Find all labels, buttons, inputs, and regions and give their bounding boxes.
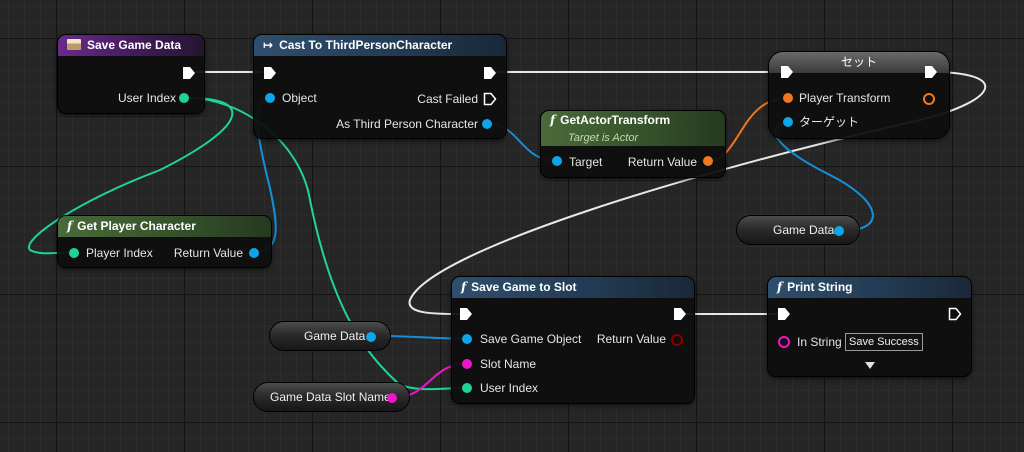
pin-label-return-value: Return Value (173, 246, 243, 260)
pin-label-player-index: Player Index (86, 246, 153, 260)
cast-arrow-icon: ↦ (263, 38, 274, 52)
node-header[interactable]: Save Game Data (58, 35, 204, 56)
exec-output-pin-icon[interactable] (673, 307, 687, 321)
pin-label-return-value: Return Value (596, 332, 666, 346)
object-output-pin[interactable] (249, 248, 259, 258)
exec-input-pin-icon[interactable] (263, 66, 277, 80)
function-icon: f (67, 219, 73, 233)
save-game-data-node[interactable]: Save Game Data User Index (58, 35, 204, 113)
pin-label-in-string: In String (797, 335, 842, 349)
get-actor-transform-node[interactable]: f GetActorTransform Target is Actor Target… (541, 111, 725, 177)
node-header[interactable]: ↦ Cast To ThirdPersonCharacter (254, 35, 506, 56)
object-input-pin[interactable] (265, 93, 275, 103)
blueprint-graph-canvas[interactable]: Save Game Data User Index ↦ Cast To Third… (0, 0, 1024, 452)
transform-output-pin[interactable] (703, 156, 713, 166)
variable-label: Game Data (773, 223, 835, 237)
game-data-slot-name-variable-node[interactable]: Game Data Slot Name (254, 383, 409, 411)
node-title: セット (840, 55, 877, 69)
exec-input-pin-icon[interactable] (459, 307, 473, 321)
print-string-node[interactable]: f Print String In String Save Success (768, 277, 971, 376)
object-output-pin[interactable] (482, 119, 492, 129)
function-icon: f (461, 280, 467, 294)
pin-label-target: Target (569, 155, 603, 169)
string-output-pin[interactable] (387, 393, 397, 403)
node-header[interactable]: f Get Player Character (58, 216, 271, 237)
object-input-pin[interactable] (462, 334, 472, 344)
object-output-pin[interactable] (366, 332, 376, 342)
pin-label-save-game-object: Save Game Object (480, 332, 582, 346)
variable-label: Game Data Slot Name (270, 390, 391, 404)
exec-output-pin-icon[interactable] (483, 66, 497, 80)
exec-output-pin-icon[interactable] (182, 66, 196, 80)
node-header[interactable]: f GetActorTransform Target is Actor (541, 111, 725, 146)
node-header[interactable]: セット (769, 52, 949, 73)
node-title: Save Game to Slot (471, 280, 577, 294)
cast-to-character-node[interactable]: ↦ Cast To ThirdPersonCharacter Object Cas… (254, 35, 506, 138)
object-output-pin[interactable] (834, 226, 844, 236)
node-header[interactable]: f Save Game to Slot (452, 277, 694, 298)
node-title: Get Player Character (77, 219, 196, 233)
integer-input-pin[interactable] (69, 248, 79, 258)
node-subtitle: Target is Actor (568, 132, 639, 144)
save-game-to-slot-node[interactable]: f Save Game to Slot Save Game Object Retu… (452, 277, 694, 403)
exec-output-pin-icon[interactable] (948, 307, 962, 321)
exec-output-pin-icon[interactable] (483, 92, 497, 106)
node-title: GetActorTransform (560, 113, 671, 127)
game-data-variable-node[interactable]: Game Data (270, 322, 390, 350)
string-input-pin[interactable] (778, 336, 790, 348)
pin-label-user-index: User Index (480, 381, 539, 395)
integer-output-pin[interactable] (179, 93, 189, 103)
event-box-icon (67, 39, 81, 50)
game-data-variable-node[interactable]: Game Data (737, 216, 859, 244)
pin-label-slot-name: Slot Name (480, 357, 537, 371)
exec-input-pin-icon[interactable] (777, 307, 791, 321)
boolean-output-pin[interactable] (671, 334, 683, 346)
pin-label-cast-failed: Cast Failed (417, 92, 478, 106)
pin-label-return-value: Return Value (627, 155, 697, 169)
exec-input-pin-icon[interactable] (780, 65, 794, 79)
transform-output-pin[interactable] (923, 93, 935, 105)
object-input-pin[interactable] (552, 156, 562, 166)
get-player-character-node[interactable]: f Get Player Character Player Index Retur… (58, 216, 271, 267)
function-icon: f (777, 280, 783, 294)
transform-input-pin[interactable] (783, 93, 793, 103)
node-title: Cast To ThirdPersonCharacter (279, 38, 453, 52)
object-wire[interactable] (774, 121, 874, 232)
string-input-pin[interactable] (462, 359, 472, 369)
variable-label: Game Data (304, 329, 366, 343)
pin-label-target: ターゲット (799, 115, 860, 129)
node-title: Save Game Data (87, 38, 182, 52)
node-header[interactable]: f Print String (768, 277, 971, 298)
set-variable-node[interactable]: セット Player Transform ターゲット (769, 52, 949, 138)
function-icon: f (550, 113, 556, 127)
pin-label-player-transform: Player Transform (799, 91, 891, 105)
pin-label-as-character: As Third Person Character (336, 117, 478, 131)
pin-label-user-index: User Index (117, 91, 176, 105)
pin-label-object: Object (282, 91, 317, 105)
integer-input-pin[interactable] (462, 383, 472, 393)
object-input-pin[interactable] (783, 117, 793, 127)
node-title: Print String (787, 280, 853, 294)
expand-arrow-icon[interactable] (865, 362, 875, 369)
exec-output-pin-icon[interactable] (924, 65, 938, 79)
in-string-input[interactable]: Save Success (845, 333, 923, 351)
